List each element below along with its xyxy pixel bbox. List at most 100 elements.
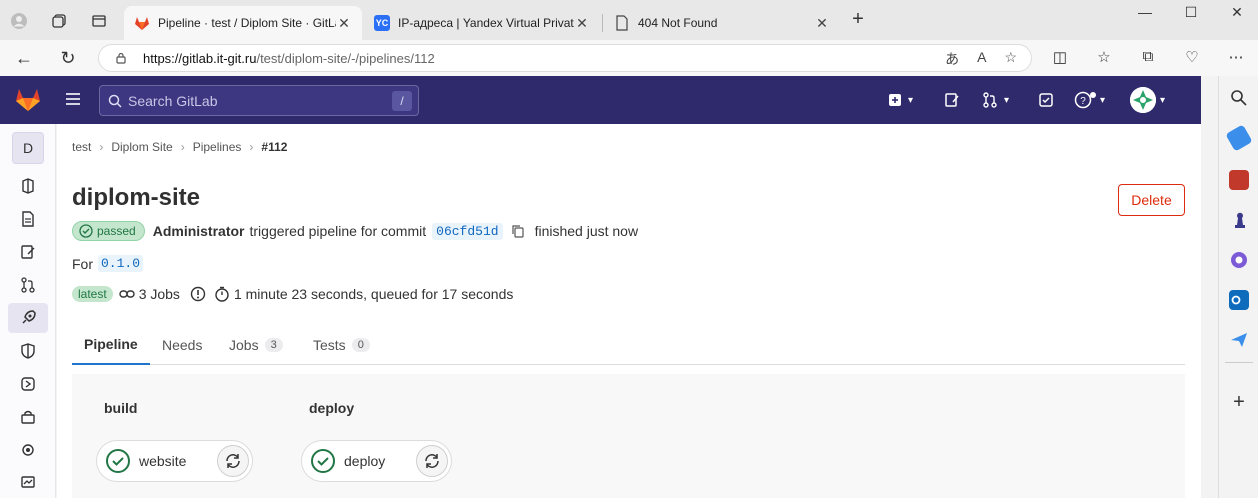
chevron-down-icon[interactable]: ▾ (1160, 90, 1165, 110)
tab-needs[interactable]: Needs (162, 324, 202, 365)
close-window-button[interactable]: ✕ (1222, 4, 1252, 24)
retry-button[interactable] (217, 445, 249, 477)
todos-icon[interactable] (1038, 90, 1054, 110)
finished-text: finished just now (534, 223, 639, 239)
breadcrumb-pipeline-id[interactable]: #112 (261, 140, 287, 154)
search-icon[interactable] (1229, 88, 1249, 108)
status-badge[interactable]: passed (72, 221, 145, 241)
packages-icon[interactable] (18, 407, 38, 427)
browser-essentials-icon[interactable]: ♡ (1182, 48, 1202, 68)
check-circle-icon (106, 449, 130, 473)
merge-requests-icon[interactable]: ▾ (982, 90, 1009, 110)
retry-button[interactable] (416, 445, 448, 477)
page-title: diplom-site (72, 184, 201, 211)
job-website[interactable]: website (96, 440, 253, 482)
gitlab-logo-icon[interactable] (14, 86, 42, 114)
maximize-button[interactable]: ☐ (1176, 4, 1206, 24)
search-shortcut-key: / (392, 91, 412, 111)
url-field[interactable]: https://gitlab.it-git.ru/test/diplom-sit… (98, 44, 1032, 72)
analytics-icon[interactable] (18, 473, 38, 493)
pipeline-status-row: passed Administrator triggered pipeline … (72, 221, 638, 241)
toolbox-icon[interactable] (1229, 170, 1249, 190)
user-avatar[interactable] (1130, 87, 1156, 113)
hamburger-menu-icon[interactable] (64, 90, 82, 108)
stage-title-build: build (104, 400, 138, 416)
project-overview-icon[interactable] (18, 176, 38, 196)
breadcrumb-diplom-site[interactable]: Diplom Site (111, 140, 172, 154)
tab-404[interactable]: 404 Not Found ✕ (604, 6, 840, 40)
timer-icon (215, 286, 229, 302)
breadcrumb-separator: › (99, 140, 104, 154)
read-aloud-icon[interactable]: A (977, 49, 986, 69)
pipeline-tabs: Pipeline Needs Jobs 3 Tests 0 (72, 324, 1185, 365)
delete-button[interactable]: Delete (1118, 184, 1185, 216)
workspaces-icon[interactable] (48, 10, 70, 32)
collections-icon[interactable]: ⧉ (1138, 48, 1158, 68)
issues-nav-icon[interactable] (18, 242, 38, 262)
duration-text: 1 minute 23 seconds, queued for 17 secon… (233, 286, 514, 302)
tab-jobs[interactable]: Jobs 3 (229, 324, 283, 365)
tab-actions-icon[interactable] (88, 10, 110, 32)
refresh-button[interactable]: ↻ (56, 46, 80, 70)
tab-title: IP-адреса | Yandex Virtual Private Cloud (398, 16, 574, 30)
close-tab-icon[interactable]: ✕ (814, 15, 830, 32)
search-input[interactable]: Search GitLab / (99, 85, 419, 116)
job-deploy[interactable]: deploy (301, 440, 452, 482)
tests-count-badge: 0 (351, 337, 370, 352)
copy-icon[interactable] (511, 224, 525, 238)
deployments-icon[interactable] (18, 374, 38, 394)
pipeline-link-icon (118, 290, 135, 298)
ref-tag-link[interactable]: 0.1.0 (98, 255, 144, 272)
close-tab-icon[interactable]: ✕ (336, 15, 352, 32)
copilot-icon[interactable] (1229, 250, 1249, 270)
job-name: website (139, 453, 187, 469)
check-circle-icon (311, 449, 335, 473)
chess-icon[interactable] (1229, 210, 1249, 230)
merge-requests-nav-icon[interactable] (18, 275, 38, 295)
latest-badge: latest (72, 286, 113, 302)
tab-label: Needs (162, 336, 203, 353)
favorites-icon[interactable]: ☆ (1094, 48, 1114, 68)
outlook-icon[interactable] (1229, 290, 1249, 310)
ci-cd-rocket-icon[interactable] (8, 303, 48, 333)
commit-sha-link[interactable]: 06cfd51d (432, 222, 503, 240)
translate-icon[interactable]: あ (945, 49, 959, 69)
back-button[interactable]: ← (12, 46, 36, 70)
breadcrumb-test[interactable]: test (72, 140, 91, 154)
tab-gitlab-pipeline[interactable]: Pipeline · test / Diplom Site · GitLab ✕ (124, 6, 362, 40)
lock-icon (116, 52, 126, 64)
browser-tab-bar: Pipeline · test / Diplom Site · GitLab ✕… (0, 0, 1258, 40)
tab-yandex-cloud[interactable]: YC IP-адреса | Yandex Virtual Private Cl… (364, 6, 600, 40)
new-tab-button[interactable]: + (846, 8, 870, 32)
project-avatar[interactable]: D (12, 132, 44, 164)
minimize-button[interactable]: — (1130, 4, 1160, 24)
breadcrumb-pipelines[interactable]: Pipelines (193, 140, 242, 154)
repository-icon[interactable] (18, 209, 38, 229)
tab-pipeline[interactable]: Pipeline (72, 324, 150, 365)
send-icon[interactable] (1229, 330, 1249, 350)
security-shield-icon[interactable] (18, 341, 38, 361)
split-screen-icon[interactable]: ◫ (1050, 48, 1070, 68)
monitor-icon[interactable] (18, 440, 38, 460)
author-name[interactable]: Administrator (153, 223, 245, 239)
profile-icon[interactable] (8, 10, 30, 32)
add-icon[interactable]: + (1229, 392, 1249, 412)
help-icon[interactable]: ? ▾ (1074, 90, 1105, 110)
page-icon (614, 15, 630, 31)
favorite-star-icon[interactable]: ☆ (1004, 49, 1017, 69)
tag-icon[interactable] (1225, 124, 1253, 152)
sidebar-divider (1225, 362, 1253, 363)
main-content: test › Diplom Site › Pipelines › #112 di… (57, 124, 1201, 498)
gitlab-top-bar: Search GitLab / ▾ ▾ ? ▾ ▾ (0, 76, 1201, 124)
url-host: https://gitlab.it-git.ru (143, 50, 257, 66)
gitlab-favicon-icon (134, 15, 150, 31)
close-tab-icon[interactable]: ✕ (574, 15, 590, 32)
stage-title-deploy: deploy (309, 400, 355, 416)
edge-sidebar: + (1218, 76, 1258, 498)
new-dropdown-icon[interactable]: ▾ (888, 90, 913, 110)
more-menu-icon[interactable]: ⋯ (1226, 48, 1246, 68)
triggered-text: triggered pipeline for commit (249, 223, 427, 239)
tab-tests[interactable]: Tests 0 (313, 324, 370, 365)
issues-icon[interactable] (944, 90, 960, 110)
status-text: passed (97, 224, 136, 238)
